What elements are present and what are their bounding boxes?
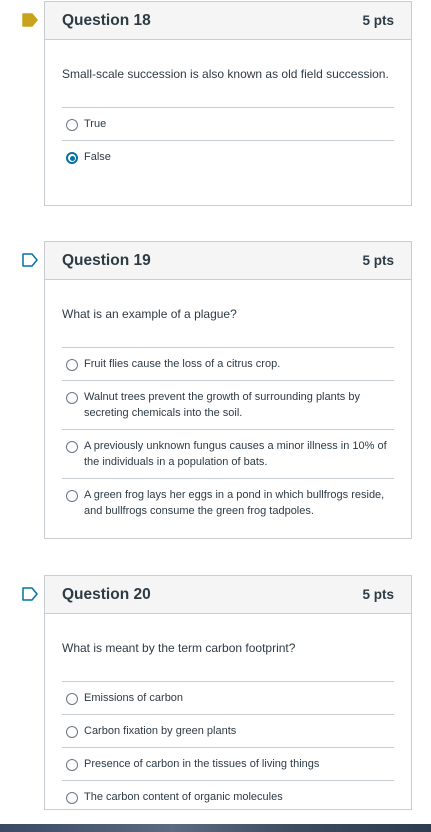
question-card-20: Question 20 5 pts What is meant by the t…	[44, 575, 412, 810]
answer-option[interactable]: False	[62, 141, 394, 173]
question-text: Small-scale succession is also known as …	[62, 67, 389, 81]
answer-label: True	[84, 118, 107, 130]
radio-button-icon[interactable]	[66, 359, 78, 371]
answer-label: Emissions of carbon	[84, 692, 184, 704]
answer-option[interactable]: Presence of carbon in the tissues of liv…	[62, 748, 394, 781]
question-title: Question 19	[62, 251, 151, 269]
answer-label: A previously unknown fungus causes a min…	[84, 440, 387, 468]
taskbar-strip	[0, 824, 431, 832]
radio-button-icon[interactable]	[66, 392, 78, 404]
answer-option[interactable]: True	[62, 108, 394, 141]
question-points: 5 pts	[362, 253, 394, 268]
question-header: Question 19 5 pts	[45, 242, 411, 280]
question-title: Question 20	[62, 585, 151, 603]
answer-label: False	[84, 151, 111, 163]
answer-list: True False	[62, 107, 394, 173]
answer-label: A green frog lays her eggs in a pond in …	[84, 489, 385, 517]
question-card-18: Question 18 5 pts Small-scale succession…	[44, 1, 412, 206]
flag-question-19-icon[interactable]	[22, 253, 38, 267]
flag-question-18-icon[interactable]	[22, 13, 38, 27]
answer-option[interactable]: Emissions of carbon	[62, 682, 394, 715]
radio-button-icon[interactable]	[66, 792, 78, 804]
question-points: 5 pts	[362, 587, 394, 602]
radio-button-icon[interactable]	[66, 490, 78, 502]
answer-option[interactable]: A green frog lays her eggs in a pond in …	[62, 479, 394, 527]
question-header: Question 18 5 pts	[45, 2, 411, 40]
answer-list: Emissions of carbon Carbon fixation by g…	[62, 681, 394, 813]
flag-question-20-icon[interactable]	[22, 587, 38, 601]
question-header: Question 20 5 pts	[45, 576, 411, 614]
radio-button-icon[interactable]	[66, 119, 78, 131]
answer-option[interactable]: A previously unknown fungus causes a min…	[62, 430, 394, 479]
answer-label: Fruit flies cause the loss of a citrus c…	[84, 358, 281, 370]
answer-label: Walnut trees prevent the growth of surro…	[84, 391, 360, 419]
radio-button-selected-icon[interactable]	[66, 152, 78, 164]
answer-option[interactable]: Walnut trees prevent the growth of surro…	[62, 381, 394, 430]
answer-label: Carbon fixation by green plants	[84, 725, 237, 737]
answer-label: The carbon content of organic molecules	[84, 791, 283, 803]
answer-option[interactable]: The carbon content of organic molecules	[62, 781, 394, 813]
radio-button-icon[interactable]	[66, 693, 78, 705]
question-title: Question 18	[62, 11, 151, 29]
question-card-19: Question 19 5 pts What is an example of …	[44, 241, 412, 539]
answer-label: Presence of carbon in the tissues of liv…	[84, 758, 320, 770]
question-points: 5 pts	[362, 13, 394, 28]
answer-option[interactable]: Fruit flies cause the loss of a citrus c…	[62, 348, 394, 381]
radio-button-icon[interactable]	[66, 441, 78, 453]
answer-option[interactable]: Carbon fixation by green plants	[62, 715, 394, 748]
answer-list: Fruit flies cause the loss of a citrus c…	[62, 347, 394, 527]
question-text: What is an example of a plague?	[62, 307, 237, 321]
radio-button-icon[interactable]	[66, 759, 78, 771]
radio-button-icon[interactable]	[66, 726, 78, 738]
question-text: What is meant by the term carbon footpri…	[62, 641, 296, 655]
